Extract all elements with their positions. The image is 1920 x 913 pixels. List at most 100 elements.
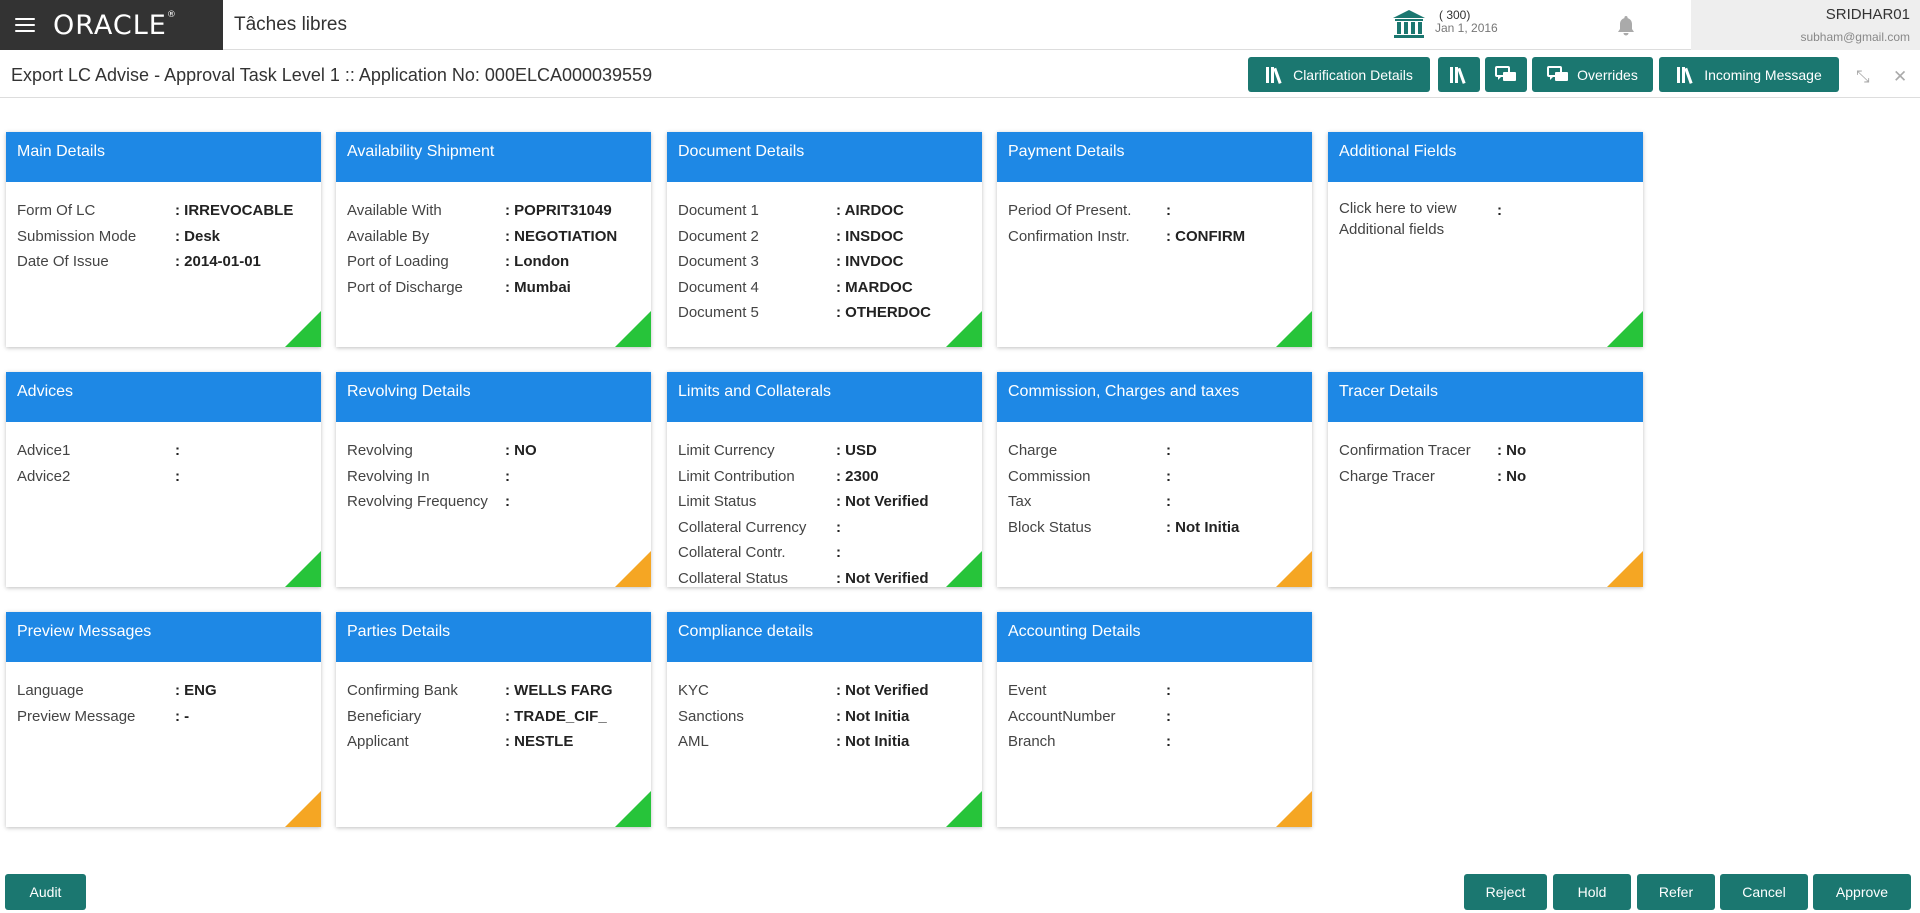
card-title: Advices — [6, 372, 321, 422]
field-row: Collateral Status: Not Verified — [678, 566, 971, 588]
field-value: : NO — [505, 442, 537, 459]
status-indicator — [285, 551, 321, 587]
incoming-message-button[interactable]: Incoming Message — [1659, 57, 1839, 92]
field-row: Period Of Present.: — [1008, 198, 1301, 224]
hold-button[interactable]: Hold — [1553, 874, 1631, 910]
card-title: Availability Shipment — [336, 132, 651, 182]
chat-icon — [1547, 65, 1569, 81]
bell-icon[interactable] — [1614, 14, 1638, 38]
card-body: Advice1: Advice2: — [6, 422, 321, 489]
audit-button[interactable]: Audit — [5, 874, 86, 910]
field-row: Block Status: Not Initia — [1008, 515, 1301, 541]
field-label: Limit Status — [678, 493, 757, 510]
field-label: Available With — [347, 202, 442, 219]
summary-card[interactable]: Document Details Document 1: AIRDOC Docume… — [667, 132, 982, 347]
field-row: Confirmation Tracer: No — [1339, 438, 1632, 464]
field-label: Branch — [1008, 733, 1056, 750]
field-value: : OTHERDOC — [836, 304, 931, 321]
bank-icon[interactable] — [1392, 9, 1426, 39]
summary-card[interactable]: Limits and Collaterals Limit Currency: US… — [667, 372, 982, 587]
field-value: : POPRIT31049 — [505, 202, 612, 219]
field-row: Applicant: NESTLE — [347, 729, 640, 755]
field-label: Date Of Issue — [17, 253, 109, 270]
field-value: : 2014-01-01 — [175, 253, 261, 270]
status-indicator — [1276, 311, 1312, 347]
approve-button[interactable]: Approve — [1813, 874, 1911, 910]
field-value: : — [1166, 682, 1171, 699]
remarks-button[interactable] — [1485, 57, 1527, 92]
field-label: Available By — [347, 227, 430, 245]
field-value: : — [1166, 202, 1171, 219]
field-row: Revolving Frequency: — [347, 489, 640, 515]
field-label: Advice2 — [17, 467, 71, 485]
clarification-details-button[interactable]: Clarification Details — [1248, 57, 1430, 92]
summary-card[interactable]: Preview Messages Language: ENG Preview Mes… — [6, 612, 321, 827]
documents-button[interactable] — [1438, 57, 1480, 92]
summary-card[interactable]: Compliance details KYC: Not Verified Sanct… — [667, 612, 982, 827]
field-label: Port of Discharge — [347, 278, 463, 296]
title-bar: Export LC Advise - Approval Task Level 1… — [0, 52, 1920, 98]
summary-card[interactable]: Main Details Form Of LC: IRREVOCABLE Submi… — [6, 132, 321, 347]
field-value: : — [1166, 467, 1171, 485]
field-row: Preview Message: - — [17, 704, 310, 730]
summary-card[interactable]: Advices Advice1: Advice2: — [6, 372, 321, 587]
user-name: SRIDHAR01 — [1825, 6, 1910, 23]
field-value: : — [1166, 733, 1171, 750]
field-label: Tax — [1008, 493, 1032, 510]
cancel-button[interactable]: Cancel — [1720, 874, 1808, 910]
clarification-details-label: Clarification Details — [1293, 66, 1413, 83]
status-indicator — [946, 311, 982, 347]
field-row: Limit Status: Not Verified — [678, 489, 971, 515]
field-label[interactable]: Click here to view Additional fields — [1339, 198, 1497, 240]
field-row: Limit Contribution: 2300 — [678, 464, 971, 490]
field-value: : Desk — [175, 227, 221, 245]
status-indicator — [615, 551, 651, 587]
summary-card[interactable]: Accounting Details Event: AccountNumber: Br… — [997, 612, 1312, 827]
field-row: Click here to view Additional fields: — [1339, 198, 1632, 240]
field-row: Date Of Issue : 2014-01-01 — [17, 249, 310, 275]
card-title: Document Details — [667, 132, 982, 182]
summary-card[interactable]: Parties Details Confirming Bank: WELLS FA… — [336, 612, 651, 827]
field-row: Advice1: — [17, 438, 310, 464]
library-icon — [1677, 66, 1693, 84]
status-indicator — [946, 791, 982, 827]
summary-card[interactable]: Revolving Details Revolving: NO Revolving … — [336, 372, 651, 587]
field-value: : Not Verified — [836, 682, 929, 699]
field-row: Document 4: MARDOC — [678, 275, 971, 301]
field-label: Preview Message — [17, 707, 136, 725]
summary-card[interactable]: Commission, Charges and taxes Charge: Comm… — [997, 372, 1312, 587]
card-title: Accounting Details — [997, 612, 1312, 662]
card-body: Confirmation Tracer: No Charge Tracer: No — [1328, 422, 1643, 489]
user-menu[interactable]: SRIDHAR01 subham@gmail.com — [1691, 0, 1920, 50]
card-body: Document 1: AIRDOC Document 2: INSDOC Docu… — [667, 182, 982, 326]
field-value: : NEGOTIATION — [505, 227, 618, 245]
menu-icon[interactable] — [15, 18, 35, 32]
overrides-button[interactable]: Overrides — [1532, 57, 1653, 92]
page-title: Export LC Advise - Approval Task Level 1… — [11, 65, 653, 85]
card-title: Tracer Details — [1328, 372, 1643, 422]
field-value: : No — [1497, 467, 1527, 485]
field-value: : TRADE_CIF_ — [505, 707, 607, 725]
reject-button[interactable]: Reject — [1464, 874, 1547, 910]
summary-card[interactable]: Payment Details Period Of Present.: Confir… — [997, 132, 1312, 347]
field-label: Commission — [1008, 467, 1091, 485]
field-row: Revolving In: — [347, 464, 640, 490]
summary-card[interactable]: Availability Shipment Available With : POP… — [336, 132, 651, 347]
field-label: Document 1 — [678, 202, 759, 219]
field-label: Block Status — [1008, 518, 1092, 536]
card-title: Payment Details — [997, 132, 1312, 182]
close-icon[interactable]: ✕ — [1893, 67, 1907, 87]
refer-button[interactable]: Refer — [1637, 874, 1715, 910]
field-row: Beneficiary: TRADE_CIF_ — [347, 704, 640, 730]
summary-card[interactable]: Tracer Details Confirmation Tracer: No Cha… — [1328, 372, 1643, 587]
card-title: Limits and Collaterals — [667, 372, 982, 422]
card-title: Revolving Details — [336, 372, 651, 422]
field-label: Confirmation Tracer — [1339, 442, 1471, 459]
summary-card[interactable]: Additional Fields Click here to view Addi… — [1328, 132, 1643, 347]
field-label: Charge — [1008, 442, 1058, 459]
minimize-icon[interactable]: ⤡ — [1856, 67, 1870, 87]
field-row: Charge Tracer: No — [1339, 464, 1632, 490]
field-row: Submission Mode: Desk — [17, 224, 310, 250]
field-row: Tax: — [1008, 489, 1301, 515]
field-row: Document 3: INVDOC — [678, 249, 971, 275]
